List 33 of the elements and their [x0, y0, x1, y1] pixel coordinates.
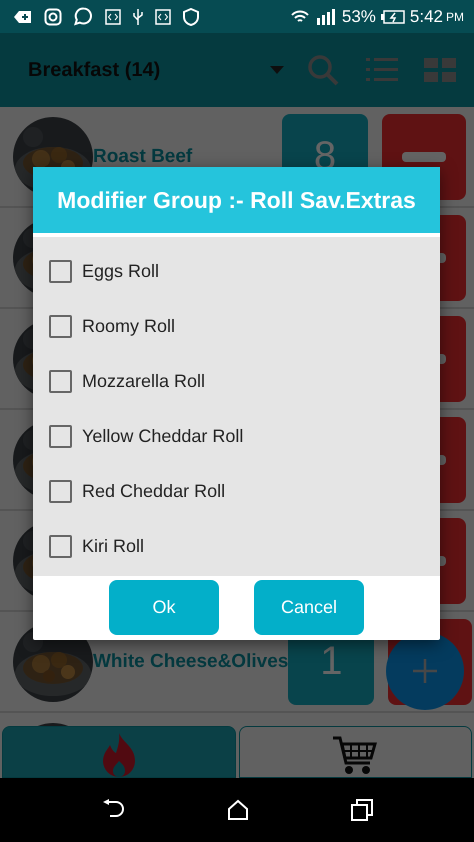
- chat-icon: [74, 7, 93, 26]
- home-icon[interactable]: [227, 799, 249, 821]
- checkbox[interactable]: [49, 425, 72, 448]
- minus-icon: [402, 152, 446, 162]
- option-label[interactable]: Roomy Roll: [82, 316, 176, 337]
- item-name: Roast Beef: [93, 146, 192, 168]
- option-label[interactable]: Kiri Roll: [82, 536, 144, 557]
- shield-icon: [183, 8, 199, 26]
- checkbox[interactable]: [49, 370, 72, 393]
- option-label[interactable]: Eggs Roll: [82, 261, 160, 282]
- battery-percent: 53%: [342, 6, 376, 26]
- option-label[interactable]: Mozzarella Roll: [82, 371, 206, 392]
- code-icon: [155, 8, 171, 24]
- notification-icon: [14, 10, 32, 24]
- signal-icon: [314, 8, 337, 26]
- checkbox[interactable]: [49, 260, 72, 283]
- dialog-title: Modifier Group :- Roll Sav.Extras: [33, 167, 440, 237]
- checkbox[interactable]: [49, 315, 72, 338]
- option-label[interactable]: Red Cheddar Roll: [82, 481, 226, 502]
- cart-icon: [333, 735, 378, 777]
- item-name: White Cheese&Olives: [93, 650, 288, 672]
- usb-icon: [133, 8, 143, 26]
- checkbox[interactable]: [49, 535, 72, 558]
- camera-icon: [44, 8, 62, 26]
- clock-time: 5:42: [410, 6, 443, 26]
- option-label[interactable]: Yellow Cheddar Roll: [82, 426, 244, 447]
- battery-icon: [380, 10, 405, 24]
- recents-icon[interactable]: [351, 799, 373, 821]
- code-icon: [105, 8, 121, 24]
- bottom-tab[interactable]: [238, 726, 472, 778]
- clock-period: PM: [446, 10, 464, 24]
- checkbox[interactable]: [49, 480, 72, 503]
- plus-icon: [413, 659, 437, 683]
